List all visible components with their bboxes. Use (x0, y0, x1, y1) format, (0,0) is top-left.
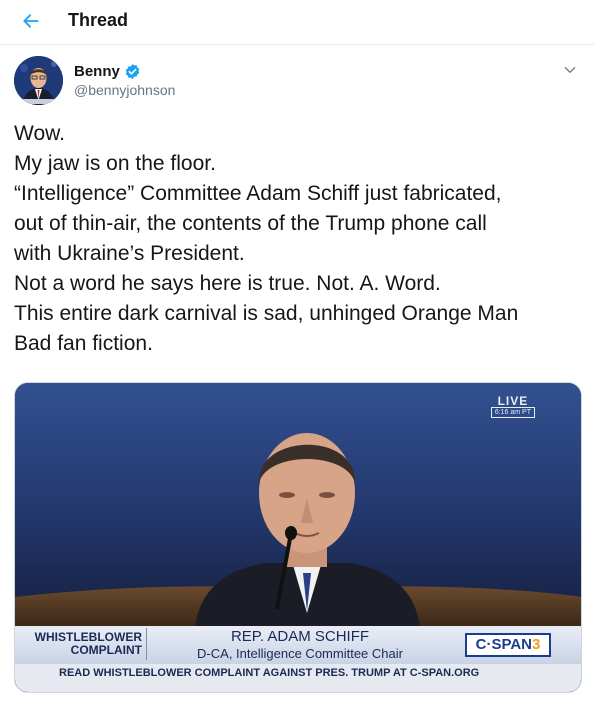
chevron-down-icon (564, 67, 576, 73)
tweet-line: My jaw is on the floor. (14, 152, 216, 175)
network-logo: C·SPAN3 (465, 633, 551, 657)
video-player[interactable]: LIVE 6:16 am PT WHISTLEBLOWER COMPLAINT … (14, 382, 582, 693)
tweet-line: “Intelligence” Committee Adam Schiff jus… (14, 182, 502, 205)
chyron-title: D-CA, Intelligence Committee Chair (197, 646, 403, 661)
chyron-name: REP. ADAM SCHIFF (230, 628, 370, 645)
author-name[interactable]: Benny (74, 63, 141, 80)
chyron-topic: WHISTLEBLOWER COMPLAINT (29, 628, 147, 660)
tweet: Benny @bennyjohnson Wow. My jaw is on th… (0, 46, 594, 705)
avatar[interactable] (14, 56, 63, 105)
verified-badge-icon (125, 64, 140, 79)
chyron-topic-line: COMPLAINT (70, 643, 142, 657)
video-frame (15, 383, 581, 628)
live-label: LIVE (497, 394, 529, 408)
ticker: READ WHISTLEBLOWER COMPLAINT AGAINST PRE… (15, 664, 581, 692)
tweet-menu-button[interactable] (558, 58, 582, 82)
tweet-line: This entire dark carnival is sad, unhing… (14, 302, 519, 325)
back-button[interactable] (16, 6, 46, 36)
live-time: 6:16 am PT (490, 407, 535, 418)
network-logo-prefix: C·SPAN (475, 636, 533, 653)
arrow-left-icon (23, 14, 39, 28)
page-title: Thread (68, 10, 129, 30)
live-indicator: LIVE 6:16 am PT (490, 394, 535, 418)
author-handle[interactable]: @bennyjohnson (74, 82, 175, 98)
tweet-line: out of thin-air, the contents of the Tru… (14, 212, 487, 235)
tweet-line: Wow. (14, 122, 65, 145)
tweet-text: Wow. My jaw is on the floor. “Intelligen… (14, 119, 584, 359)
network-logo-number: 3 (532, 636, 541, 653)
tweet-line: Not a word he says here is true. Not. A.… (14, 272, 441, 295)
chyron: WHISTLEBLOWER COMPLAINT REP. ADAM SCHIFF… (15, 626, 581, 664)
author-display-name: Benny (74, 63, 120, 80)
tweet-line: with Ukraine’s President. (14, 242, 245, 265)
thread-header: Thread (0, 0, 594, 45)
tweet-line: Bad fan fiction. (14, 332, 153, 355)
